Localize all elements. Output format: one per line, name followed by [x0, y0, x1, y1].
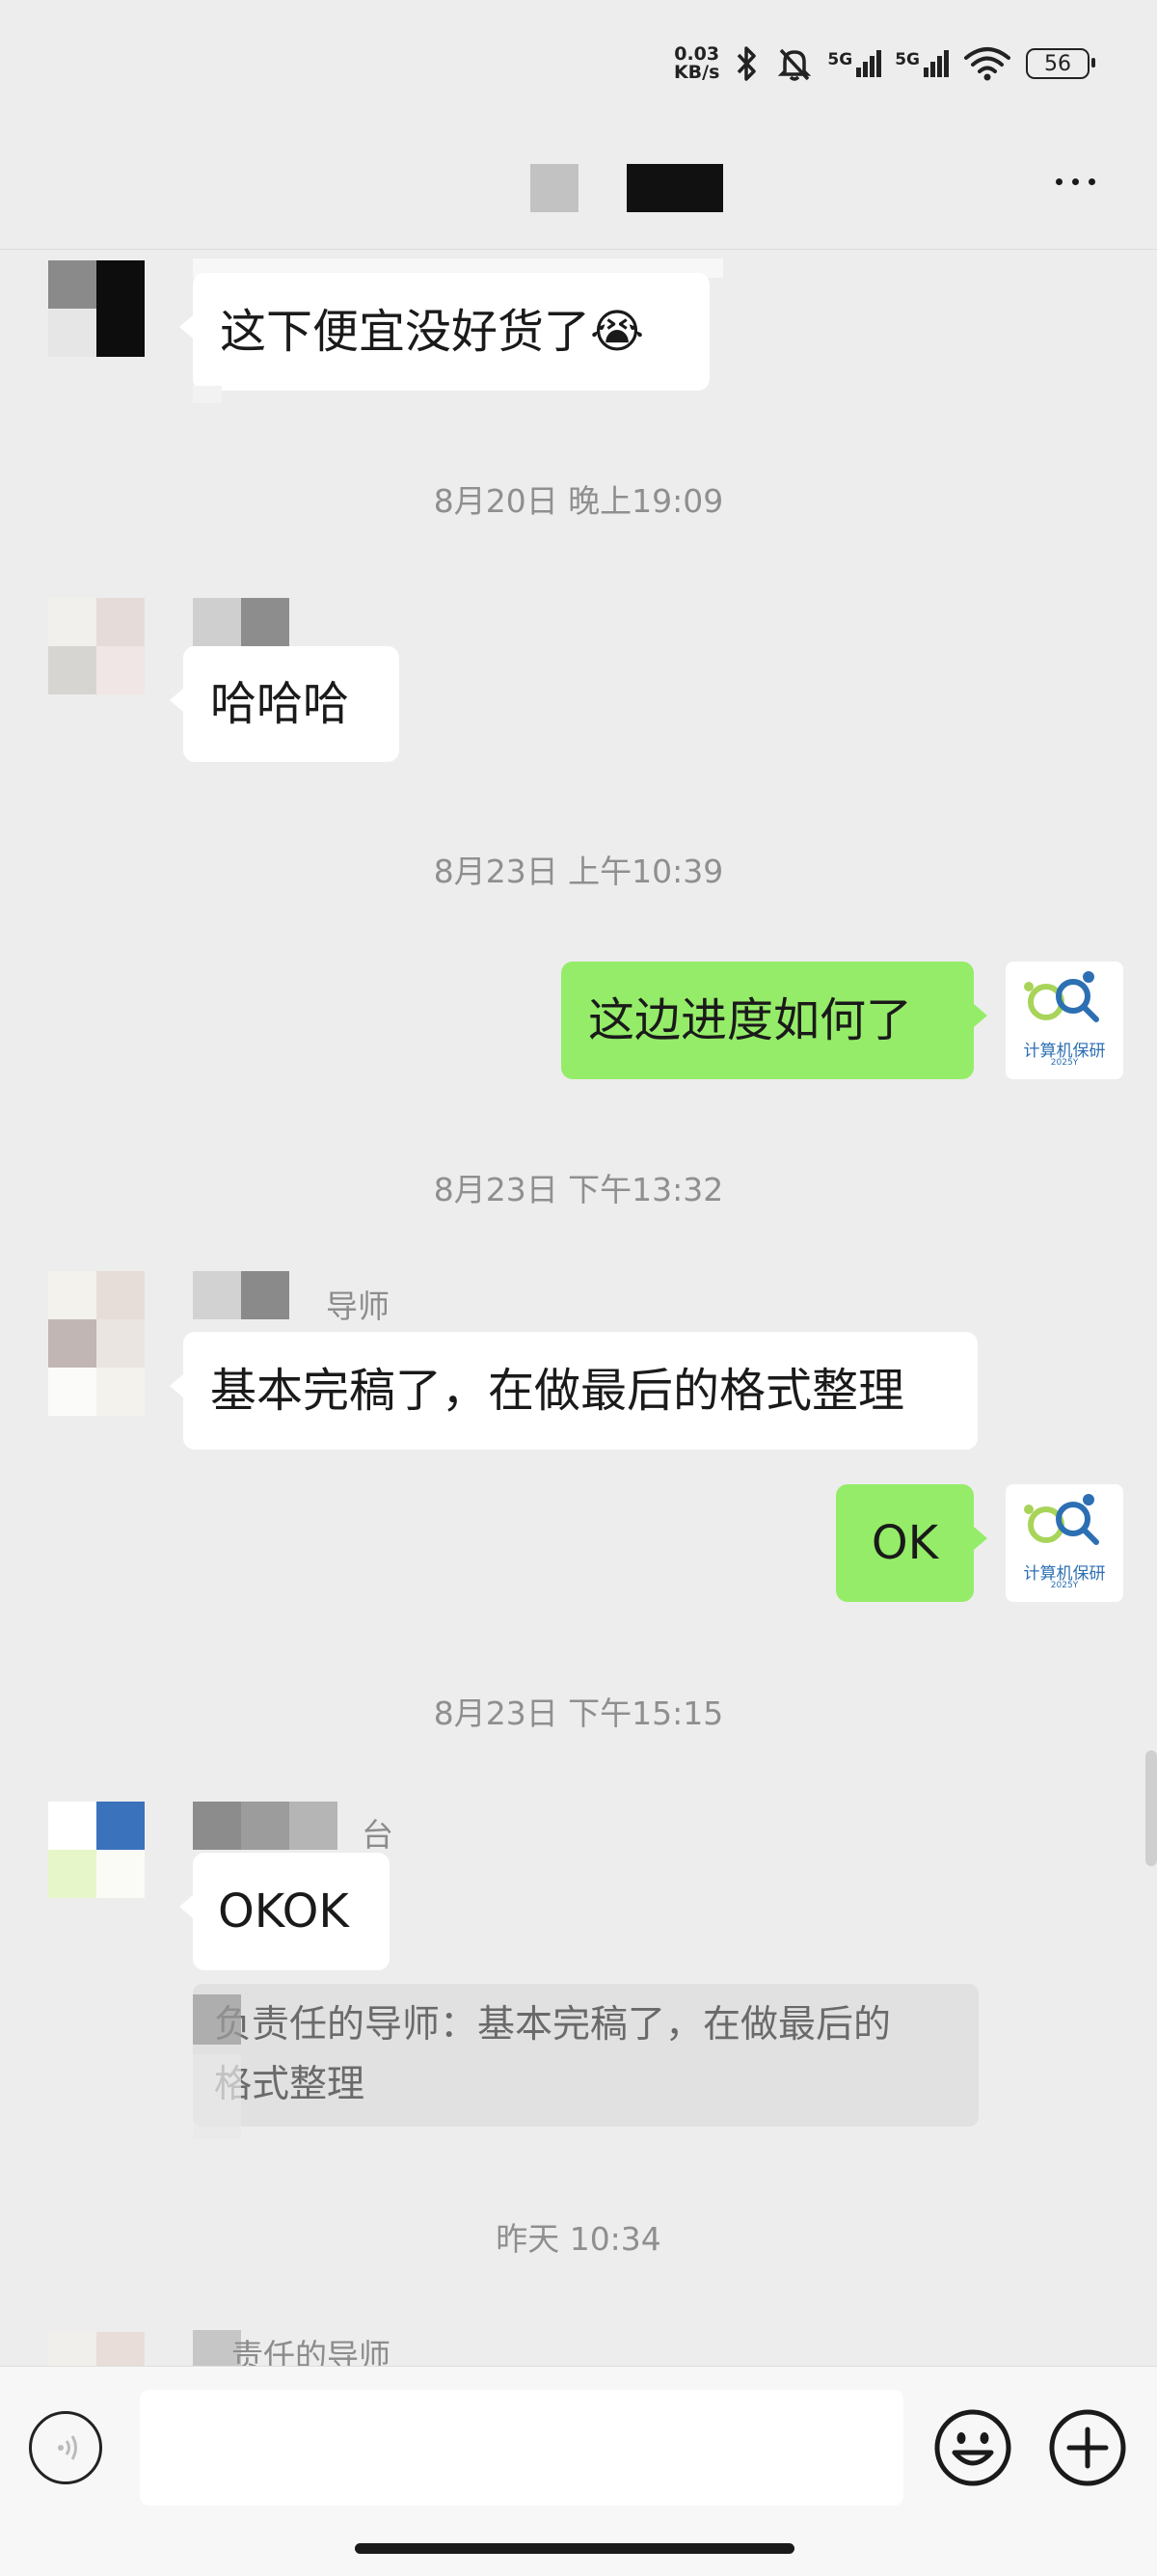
timestamp: 8月23日 下午13:32	[433, 1171, 724, 1208]
logo-icon	[1024, 971, 1099, 1022]
timestamp: 8月23日 下午15:15	[433, 1695, 724, 1732]
more-button[interactable]	[1046, 162, 1104, 201]
logo-icon	[1024, 1494, 1099, 1545]
timestamp: 8月20日 晚上19:09	[433, 482, 724, 520]
sender-name-redacted	[193, 598, 289, 646]
contact-avatar[interactable]	[48, 1802, 145, 1898]
message-bubble[interactable]: 基本完稿了，在做最后的格式整理	[170, 1332, 978, 1450]
message-bubble[interactable]: 哈哈哈	[170, 646, 399, 762]
bluetooth-icon	[738, 46, 757, 81]
battery-indicator: 56	[1026, 48, 1095, 79]
message-input[interactable]	[140, 2390, 903, 2506]
more-icon	[1055, 177, 1095, 185]
sender-name: 责任的导师	[193, 2330, 444, 2367]
header-divider	[0, 249, 1157, 250]
message-bubble[interactable]: OKOK	[179, 1853, 390, 1970]
chat-title-redacted	[530, 164, 723, 212]
emoji-button[interactable]	[933, 2408, 1012, 2487]
contact-avatar[interactable]	[48, 1271, 145, 1416]
sender-name: 台	[193, 1802, 405, 1854]
sender-name-redacted	[193, 1994, 241, 2045]
status-bar: 0.03 KB/s 5G 5G 56	[673, 37, 1095, 91]
add-button[interactable]	[1048, 2408, 1127, 2487]
sender-name: 导师	[193, 1271, 424, 1325]
timestamp: 昨天 10:34	[496, 2220, 661, 2258]
emoji-icon	[934, 2409, 1011, 2486]
wifi-icon	[964, 47, 1010, 81]
my-avatar[interactable]: 计算机保研 2025Y	[1006, 962, 1123, 1079]
plus-circle-icon	[1049, 2409, 1126, 2486]
quoted-message[interactable]: 负责任的导师：基本完稿了，在做最后的 格式整理	[193, 1984, 979, 2127]
signal-sim1: 5G	[827, 50, 882, 77]
contact-avatar[interactable]	[48, 2332, 145, 2367]
sender-name-redacted	[193, 2054, 241, 2139]
network-speed: 0.03 KB/s	[673, 43, 720, 83]
signal-sim2: 5G	[895, 50, 949, 77]
message-bubble[interactable]: 这下便宜没好货了😭	[179, 273, 710, 391]
contact-avatar[interactable]	[48, 260, 145, 357]
voice-icon	[58, 2435, 77, 2460]
contact-avatar[interactable]	[48, 598, 145, 694]
my-message-bubble[interactable]: 这边进度如何了	[561, 962, 987, 1079]
my-message-bubble[interactable]: OK	[836, 1484, 987, 1602]
scrollbar[interactable]	[1145, 1750, 1157, 1866]
my-avatar[interactable]: 计算机保研 2025Y	[1006, 1484, 1123, 1602]
sender-name-redacted	[193, 386, 222, 403]
voice-button[interactable]	[29, 2411, 102, 2484]
timestamp: 8月23日 上午10:39	[433, 853, 724, 890]
bell-off-icon	[778, 48, 812, 81]
home-indicator[interactable]	[355, 2543, 794, 2554]
